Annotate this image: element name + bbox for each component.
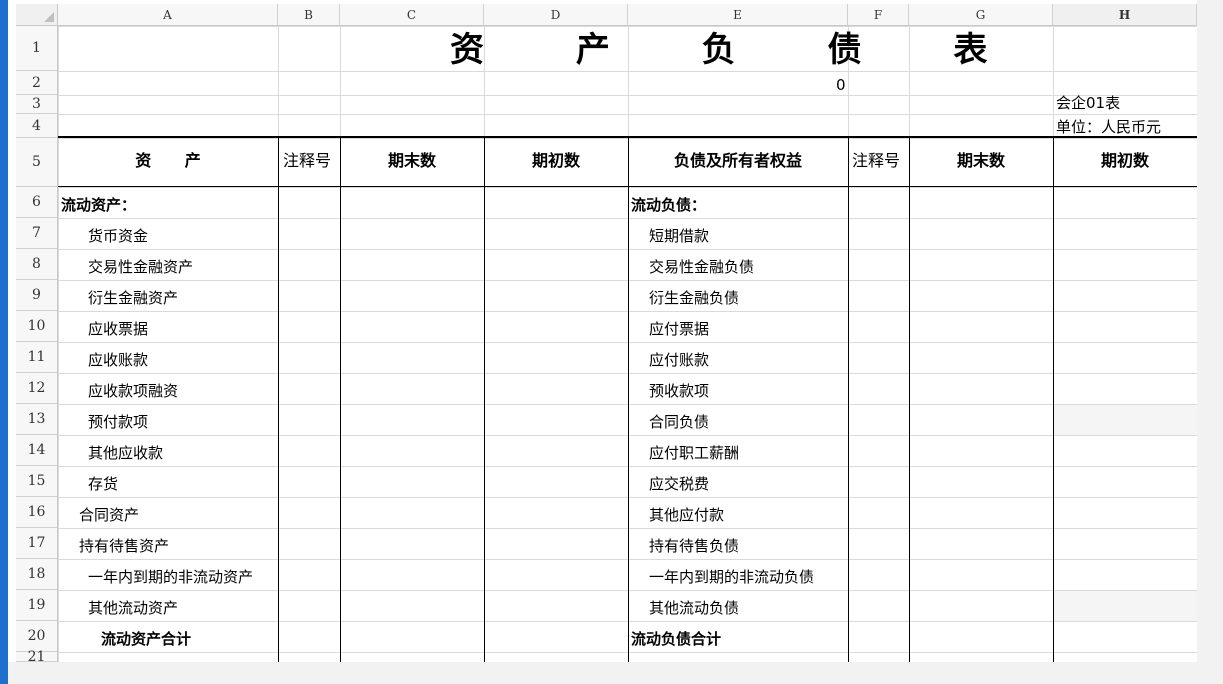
asset-item[interactable]: 合同资产	[79, 505, 139, 525]
liability-item[interactable]: 交易性金融负债	[649, 257, 754, 277]
liability-item[interactable]: 其他流动负债	[649, 598, 739, 618]
table-vertical-border	[848, 137, 849, 662]
select-all-corner[interactable]	[16, 4, 58, 26]
liability-item[interactable]: 其他应付款	[649, 505, 724, 525]
table-vertical-border	[278, 137, 279, 662]
header-end-left[interactable]: 期末数	[340, 151, 484, 171]
asset-item[interactable]: 应收款项融资	[88, 381, 178, 401]
asset-item[interactable]: 货币资金	[88, 226, 148, 246]
asset-item[interactable]: 流动资产：	[61, 195, 136, 215]
cell-E2-value[interactable]: 0	[836, 75, 846, 95]
column-header-h[interactable]: H	[1053, 4, 1197, 26]
liability-item[interactable]: 应付票据	[649, 319, 709, 339]
row-header-12[interactable]: 12	[16, 373, 58, 404]
header-end-right[interactable]: 期末数	[909, 151, 1053, 171]
form-code-cell[interactable]: 会企01表	[1056, 93, 1120, 113]
row-header-20[interactable]: 20	[16, 621, 58, 652]
column-header-f[interactable]: F	[848, 4, 909, 26]
gridline-horizontal	[58, 26, 1197, 27]
liability-item[interactable]: 流动负债合计	[631, 629, 721, 649]
column-header-b[interactable]: B	[278, 4, 340, 26]
row-header-7[interactable]: 7	[16, 218, 58, 249]
row-header-1[interactable]: 1	[16, 26, 58, 71]
asset-item[interactable]: 其他应收款	[88, 443, 163, 463]
asset-item[interactable]: 应收账款	[88, 350, 148, 370]
table-vertical-border	[340, 137, 341, 662]
vertical-scroll-area[interactable]	[1197, 0, 1223, 684]
row-header-18[interactable]: 18	[16, 559, 58, 590]
liability-item[interactable]: 应付账款	[649, 350, 709, 370]
header-note-left[interactable]: 注释号	[283, 151, 331, 171]
row-header-15[interactable]: 15	[16, 466, 58, 497]
asset-item[interactable]: 交易性金融资产	[88, 257, 193, 277]
table-vertical-border	[909, 137, 910, 662]
cell-shade	[1053, 590, 1197, 621]
gridline-horizontal	[58, 95, 1197, 96]
spreadsheet-grid[interactable]: A B C D E F G H 1 2 3 4 5 6 7 8 9 10 11 12 13 14 15 16 17 18 19 20 2…	[0, 0, 1197, 662]
asset-item[interactable]: 流动资产合计	[101, 629, 191, 649]
liability-item[interactable]: 流动负债：	[631, 195, 706, 215]
asset-item[interactable]: 持有待售资产	[79, 536, 169, 556]
asset-item[interactable]: 一年内到期的非流动资产	[88, 567, 253, 587]
row-header-14[interactable]: 14	[16, 435, 58, 466]
row-header-8[interactable]: 8	[16, 249, 58, 280]
header-liabilities[interactable]: 负债及所有者权益	[628, 151, 848, 171]
asset-item[interactable]: 存货	[88, 474, 118, 494]
row-header-16[interactable]: 16	[16, 497, 58, 528]
gridline-vertical	[58, 26, 59, 662]
row-header-11[interactable]: 11	[16, 342, 58, 373]
row-header-6[interactable]: 6	[16, 187, 58, 218]
header-assets[interactable]: 资 产	[58, 151, 278, 171]
liability-item[interactable]: 一年内到期的非流动负债	[649, 567, 814, 587]
row-header-17[interactable]: 17	[16, 528, 58, 559]
table-vertical-border	[484, 137, 485, 662]
row-header-4[interactable]: 4	[16, 114, 58, 138]
row-header-21[interactable]: 21	[16, 649, 58, 662]
row-header-2[interactable]: 2	[16, 71, 58, 95]
cell-shade	[1053, 404, 1197, 435]
liability-item[interactable]: 衍生金融负债	[649, 288, 739, 308]
column-header-a[interactable]: A	[58, 4, 278, 26]
liability-item[interactable]: 应交税费	[649, 474, 709, 494]
row-header-13[interactable]: 13	[16, 404, 58, 435]
row-header-10[interactable]: 10	[16, 311, 58, 342]
gridline-horizontal	[58, 114, 1197, 115]
liability-item[interactable]: 持有待售负债	[649, 536, 739, 556]
liability-item[interactable]: 预收款项	[649, 381, 709, 401]
column-header-g[interactable]: G	[909, 4, 1053, 26]
column-header-e[interactable]: E	[628, 4, 848, 26]
row-header-19[interactable]: 19	[16, 590, 58, 621]
row-header-9[interactable]: 9	[16, 280, 58, 311]
liability-item[interactable]: 短期借款	[649, 226, 709, 246]
table-vertical-border	[1053, 137, 1054, 662]
unit-cell[interactable]: 单位：人民币元	[1056, 117, 1161, 137]
column-header-c[interactable]: C	[340, 4, 484, 26]
row-header-3[interactable]: 3	[16, 95, 58, 114]
header-note-right[interactable]: 注释号	[852, 151, 900, 171]
table-vertical-border	[628, 137, 629, 662]
header-begin-left[interactable]: 期初数	[484, 151, 628, 171]
header-begin-right[interactable]: 期初数	[1053, 151, 1197, 171]
corner-triangle-icon	[44, 12, 54, 22]
horizontal-scroll-area[interactable]	[8, 662, 1223, 684]
sheet-title[interactable]: 资 产 负 债 表	[450, 28, 1027, 72]
liability-item[interactable]: 合同负债	[649, 412, 709, 432]
asset-item[interactable]: 其他流动资产	[88, 598, 178, 618]
column-header-d[interactable]: D	[484, 4, 628, 26]
liability-item[interactable]: 应付职工薪酬	[649, 443, 739, 463]
asset-item[interactable]: 衍生金融资产	[88, 288, 178, 308]
row-header-5[interactable]: 5	[16, 138, 58, 187]
asset-item[interactable]: 应收票据	[88, 319, 148, 339]
asset-item[interactable]: 预付款项	[88, 412, 148, 432]
